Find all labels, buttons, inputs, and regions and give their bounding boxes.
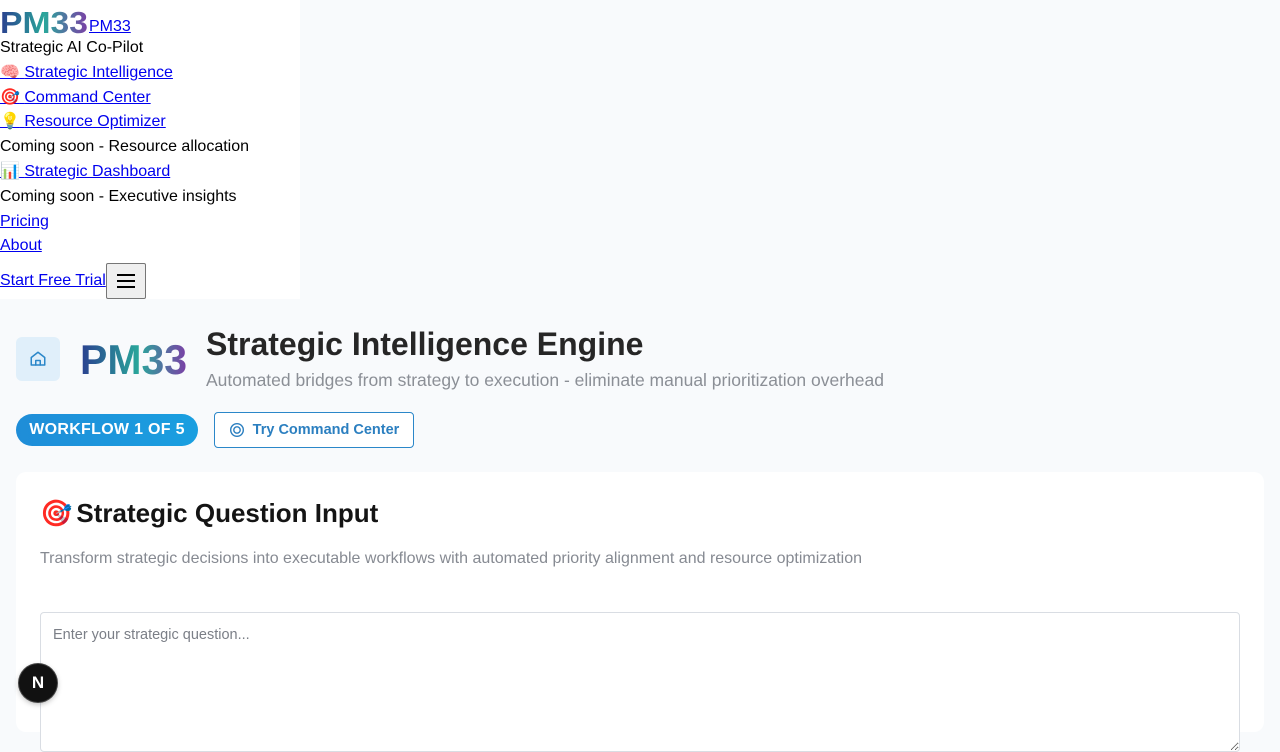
target-icon: 🎯 bbox=[0, 88, 20, 106]
nav-logo-link[interactable]: PM33 PM33 bbox=[0, 4, 131, 36]
nav-item-resource-optimizer[interactable]: 💡 Resource Optimizer bbox=[0, 113, 166, 130]
start-free-trial-link[interactable]: Start Free Trial bbox=[0, 272, 106, 290]
pm33-header-logo-icon: PM33 bbox=[80, 338, 187, 378]
card-description: Transform strategic decisions into execu… bbox=[40, 550, 863, 567]
nav-logo-glyph-text: PM33 bbox=[0, 6, 88, 36]
card-title: 🎯 Strategic Question Input bbox=[40, 498, 378, 529]
nav-item-command-center[interactable]: 🎯 Command Center bbox=[0, 89, 151, 106]
nav-item-note: Coming soon - Executive insights bbox=[0, 187, 237, 205]
card-title-text: Strategic Question Input bbox=[76, 498, 379, 528]
page-subtitle: Automated bridges from strategy to execu… bbox=[206, 370, 884, 390]
nav-item-label: Strategic Dashboard bbox=[24, 162, 171, 180]
nav-brand-text: PM33 bbox=[89, 18, 131, 35]
nav-logo-row: PM33 PM33 bbox=[0, 0, 300, 36]
strategic-question-input[interactable] bbox=[40, 612, 1240, 752]
home-button[interactable] bbox=[16, 337, 60, 381]
target-icon: 🎯 bbox=[40, 498, 73, 528]
header-logo-glyph-text: PM33 bbox=[80, 338, 187, 378]
target-icon bbox=[229, 422, 244, 438]
nav-tagline: Strategic AI Co-Pilot bbox=[0, 39, 144, 56]
nav-item-label: Resource Optimizer bbox=[24, 113, 166, 131]
brain-icon: 🧠 bbox=[0, 63, 20, 81]
menu-toggle-button[interactable] bbox=[105, 263, 146, 300]
nav-item-label: Strategic Intelligence bbox=[24, 63, 173, 81]
nav-pricing-link[interactable]: Pricing bbox=[0, 213, 49, 230]
nav-about-link[interactable]: About bbox=[0, 237, 42, 254]
workflow-step-badge: WORKFLOW 1 OF 5 bbox=[16, 414, 198, 446]
try-command-center-label: Try Command Center bbox=[252, 422, 400, 438]
chart-icon: 📊 bbox=[0, 162, 20, 180]
home-icon bbox=[30, 351, 46, 366]
nav-item-strategic-intelligence[interactable]: 🧠 Strategic Intelligence bbox=[0, 64, 173, 81]
lightbulb-icon: 💡 bbox=[0, 113, 20, 131]
try-command-center-button[interactable]: Try Command Center bbox=[214, 412, 414, 448]
nav-item-label: Command Center bbox=[24, 88, 151, 106]
nav-item-strategic-dashboard[interactable]: 📊 Strategic Dashboard bbox=[0, 163, 170, 180]
pm33-logo-icon: PM33 bbox=[0, 6, 88, 36]
strategic-question-card: 🎯 Strategic Question Input Transform str… bbox=[16, 472, 1264, 752]
nav-item-note: Coming soon - Resource allocation bbox=[0, 138, 250, 156]
next-logo-icon: N bbox=[31, 673, 45, 692]
hamburger-icon bbox=[116, 274, 135, 289]
page-title: Strategic Intelligence Engine bbox=[206, 326, 644, 362]
dev-indicator-button[interactable]: N bbox=[19, 664, 57, 702]
top-navigation: PM33 PM33 Strategic AI Co-Pilot 🧠 Strate… bbox=[0, 0, 300, 300]
